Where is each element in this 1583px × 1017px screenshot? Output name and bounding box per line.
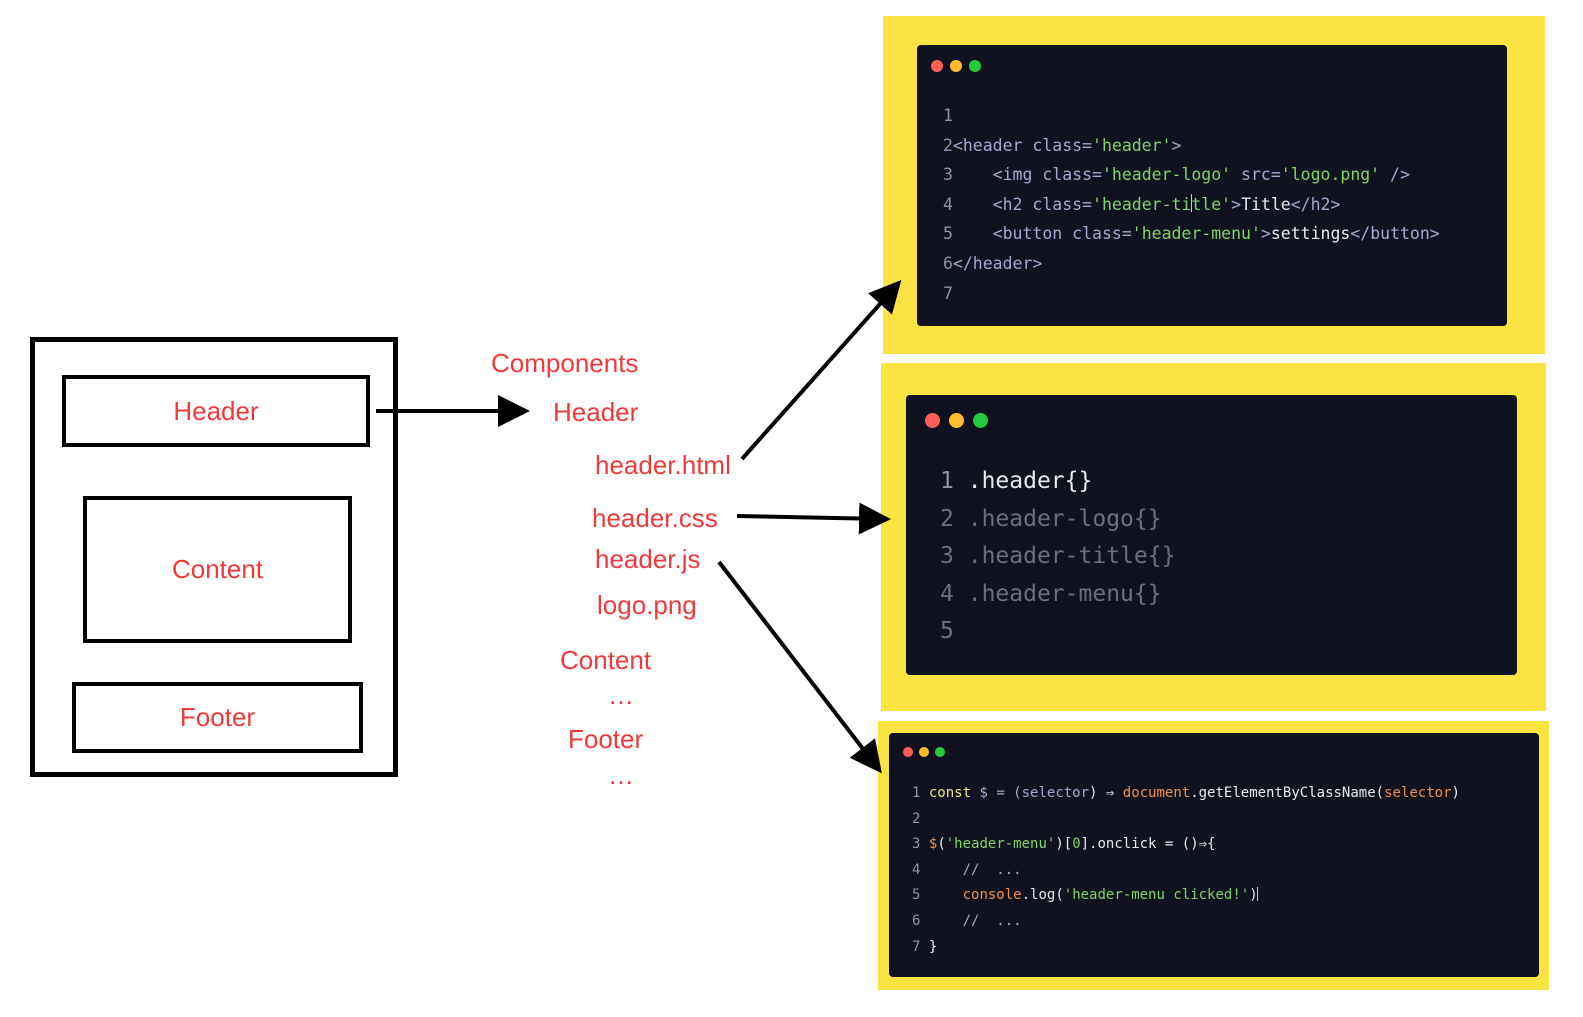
arrows-layer (376, 280, 902, 774)
arrow-css-to-editor (736, 502, 891, 535)
arrow-html-to-editor (740, 280, 902, 461)
arrow-js-to-editor (717, 560, 882, 774)
